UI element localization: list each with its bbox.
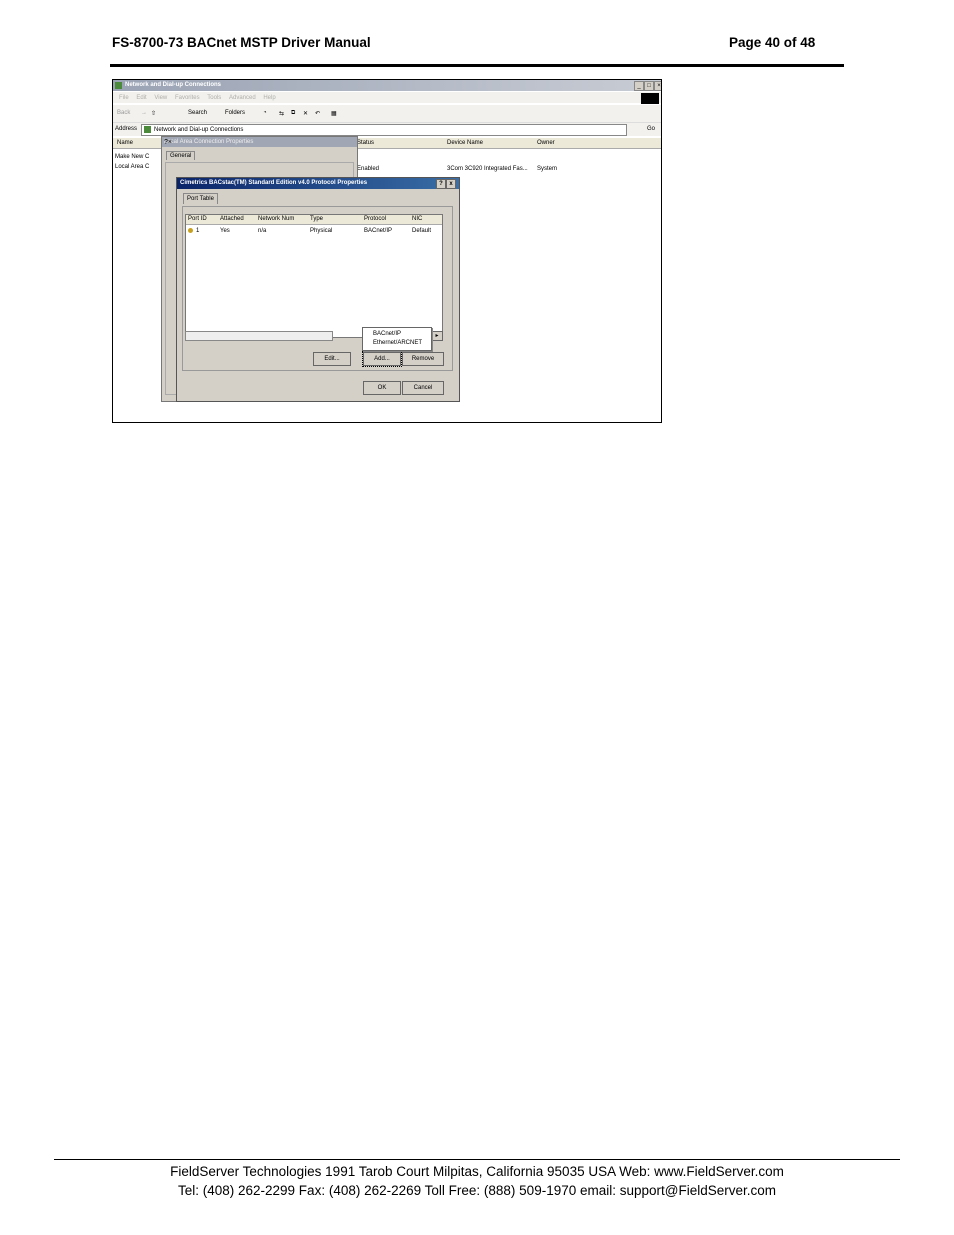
footer-address: FieldServer Technologies 1991 Tarob Cour…	[170, 1164, 784, 1179]
column-name[interactable]: Name	[117, 140, 133, 146]
folders-button[interactable]: Folders	[225, 110, 245, 116]
up-folder-icon[interactable]: ⇧	[151, 110, 156, 117]
menu-view[interactable]: View	[154, 95, 167, 101]
maximize-icon[interactable]: □	[644, 81, 654, 91]
help-icon[interactable]: ?	[436, 179, 446, 189]
footer-divider	[54, 1159, 900, 1160]
edit-button[interactable]: Edit...	[313, 352, 351, 366]
network-folder-icon	[115, 82, 122, 89]
cell-nic: Default	[412, 228, 432, 234]
menu-bar: File Edit View Favorites Tools Advanced …	[113, 92, 661, 103]
history-icon[interactable]: ◔	[263, 110, 267, 116]
main-window-titlebar: Network and Dial-up Connections _ □ ×	[113, 80, 661, 91]
address-label: Address	[115, 126, 138, 132]
remove-button[interactable]: Remove	[402, 352, 444, 366]
row-owner: System	[537, 166, 558, 172]
menu-edit[interactable]: Edit	[136, 95, 146, 101]
column-port-id[interactable]: Port ID	[188, 216, 207, 222]
menu-item-bacnet-ip[interactable]: BACnet/IP	[373, 331, 401, 337]
back-button[interactable]: Back	[117, 110, 130, 116]
horizontal-scrollbar[interactable]	[185, 331, 333, 341]
port-table-list[interactable]: Port ID Attached Network Num Type Protoc…	[185, 214, 443, 338]
row-device: 3Com 3C920 Integrated Fas...	[447, 166, 528, 172]
add-button[interactable]: Add...	[362, 351, 402, 367]
move-to-icon[interactable]: ⇆	[279, 110, 284, 117]
menu-tools[interactable]: Tools	[207, 95, 221, 101]
add-protocol-menu: BACnet/IP Ethernet/ARCNET	[362, 327, 432, 351]
column-status[interactable]: Status	[357, 140, 374, 146]
minimize-icon[interactable]: _	[634, 81, 644, 91]
header-divider	[110, 64, 844, 67]
menu-advanced[interactable]: Advanced	[229, 95, 256, 101]
column-device-name[interactable]: Device Name	[447, 140, 483, 146]
bacstac-dialog: Cimetrics BACstac(TM) Standard Edition v…	[176, 177, 460, 402]
embedded-screenshot: Network and Dial-up Connections _ □ × Fi…	[112, 79, 662, 423]
bacstac-dialog-titlebar: Cimetrics BACstac(TM) Standard Edition v…	[177, 178, 459, 189]
scroll-right-icon[interactable]: ▸	[431, 331, 443, 341]
explorer-toolbar: Back → ⇧ Search Folders ◔ ⇆ ⧉ ✕ ↶ ▦	[113, 105, 661, 123]
copy-to-icon[interactable]: ⧉	[291, 110, 295, 117]
tab-general[interactable]: General	[166, 151, 196, 160]
cancel-button[interactable]: Cancel	[402, 381, 444, 395]
menu-file[interactable]: File	[119, 95, 129, 101]
cell-type: Physical	[310, 228, 333, 234]
forward-icon[interactable]: →	[141, 110, 147, 116]
port-table-header: Port ID Attached Network Num Type Protoc…	[186, 215, 442, 225]
cell-network-num: n/a	[258, 228, 267, 234]
column-attached[interactable]: Attached	[220, 216, 244, 222]
bacstac-dialog-title: Cimetrics BACstac(TM) Standard Edition v…	[180, 180, 368, 186]
search-button[interactable]: Search	[188, 110, 207, 116]
list-item[interactable]: Make New C	[115, 154, 149, 160]
delete-icon[interactable]: ✕	[303, 110, 308, 117]
ok-button[interactable]: OK	[363, 381, 401, 395]
lac-dialog-titlebar: Local Area Connection Properties ?×	[162, 137, 357, 147]
footer-contact: Tel: (408) 262-2299 Fax: (408) 262-2269 …	[177, 1183, 777, 1198]
row-status: Enabled	[357, 166, 380, 172]
menu-favorites[interactable]: Favorites	[175, 95, 200, 101]
go-button[interactable]: Go	[647, 126, 655, 132]
windows-logo	[641, 93, 659, 104]
views-icon[interactable]: ▦	[331, 110, 337, 117]
list-item[interactable]: Local Area C	[115, 164, 149, 170]
cell-port-id: 1	[196, 228, 200, 234]
menu-help[interactable]: Help	[263, 95, 275, 101]
address-bar: Address Network and Dial-up Connections …	[113, 123, 661, 136]
cell-protocol: BACnet/IP	[364, 228, 393, 234]
close-icon[interactable]: x	[446, 179, 456, 189]
address-value: Network and Dial-up Connections	[154, 127, 244, 133]
column-owner[interactable]: Owner	[537, 140, 555, 146]
network-folder-icon	[144, 126, 151, 133]
tab-port-table[interactable]: Port Table	[183, 193, 218, 204]
port-icon	[188, 228, 193, 233]
help-icon[interactable]: ?×	[164, 139, 355, 146]
undo-icon[interactable]: ↶	[315, 110, 320, 117]
page-number: Page 40 of 48	[729, 35, 816, 50]
menu-item-ethernet-arcnet[interactable]: Ethernet/ARCNET	[373, 340, 422, 346]
column-nic[interactable]: NIC	[412, 216, 422, 222]
cell-attached: Yes	[220, 228, 230, 234]
column-network-num[interactable]: Network Num	[258, 216, 294, 222]
close-icon[interactable]: ×	[654, 81, 661, 91]
document-title: FS-8700-73 BACnet MSTP Driver Manual	[112, 35, 371, 50]
main-window-title: Network and Dial-up Connections	[125, 82, 222, 88]
column-protocol[interactable]: Protocol	[364, 216, 386, 222]
column-type[interactable]: Type	[310, 216, 323, 222]
address-field[interactable]: Network and Dial-up Connections	[141, 124, 627, 136]
